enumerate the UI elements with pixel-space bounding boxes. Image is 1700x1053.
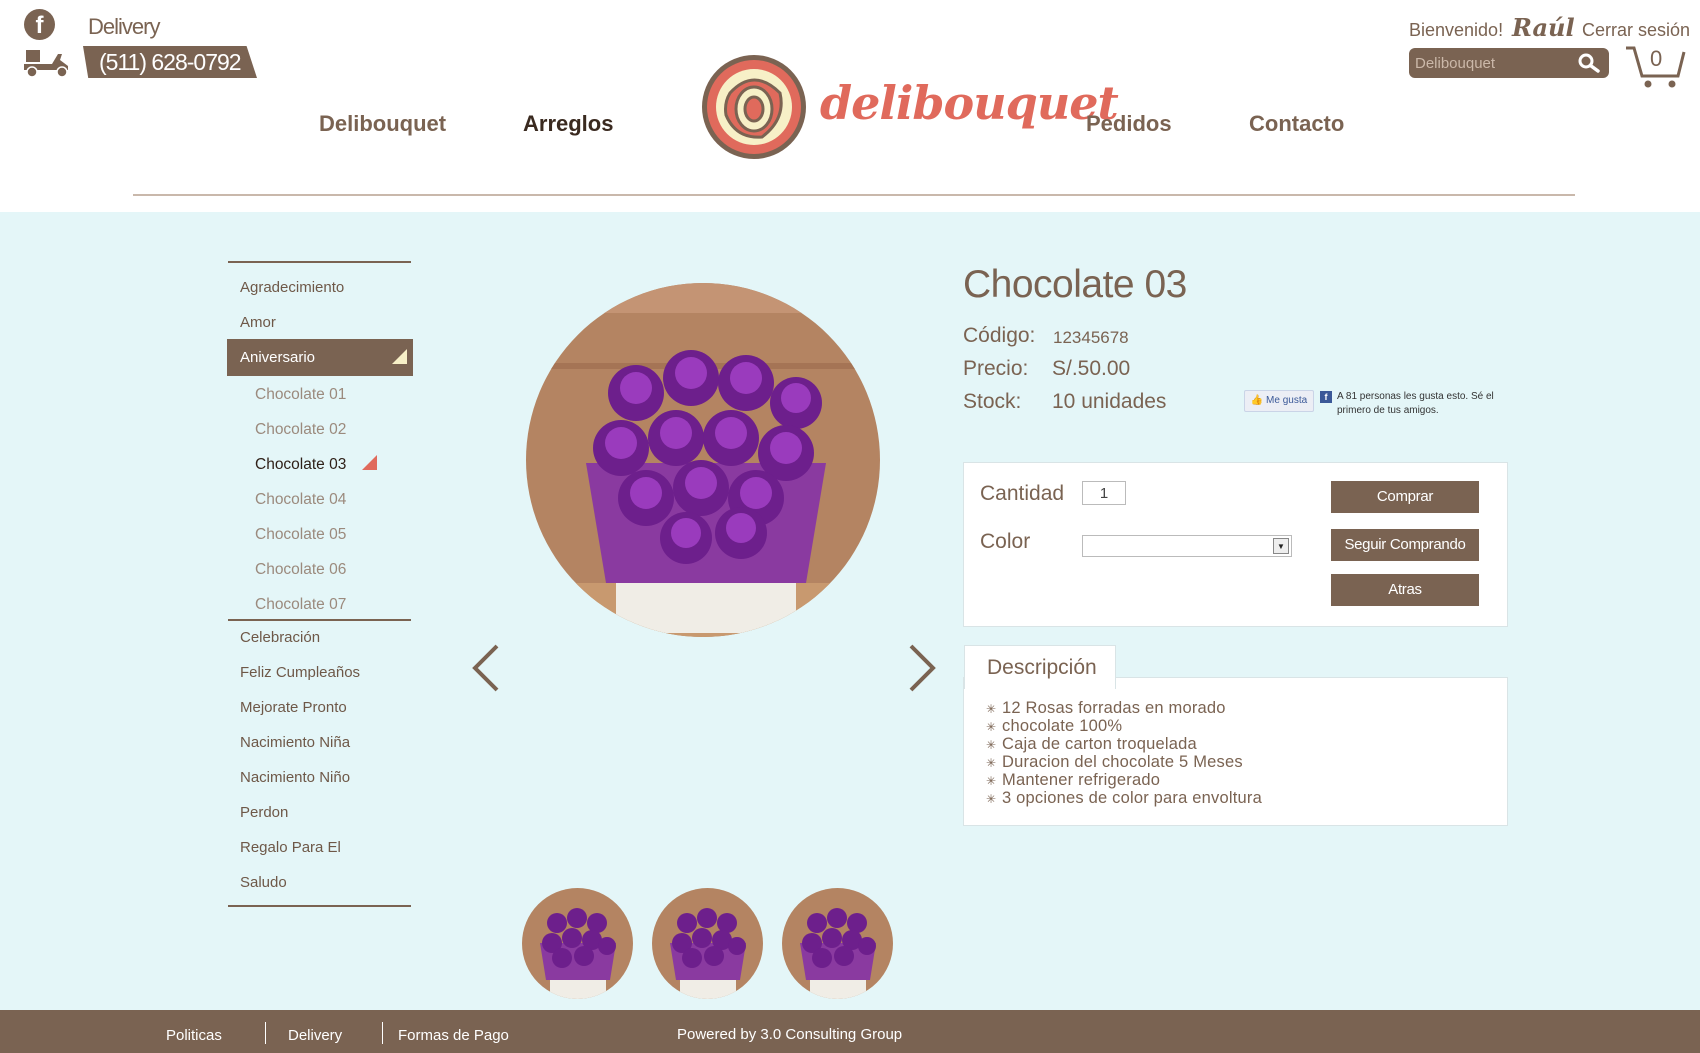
description-panel: ✳ 12 Rosas forradas en morado ✳ chocolate … (963, 677, 1508, 826)
logo-rose-icon[interactable] (700, 53, 808, 161)
nav-pedidos[interactable]: Pedidos (1086, 111, 1172, 137)
sidebar-item-nacimiento-nina[interactable]: Nacimiento Niña (240, 734, 350, 751)
product-price: S/.50.00 (1052, 357, 1131, 380)
bullet-star-icon: ✳ (986, 756, 997, 770)
product-title: Chocolate 03 (963, 263, 1187, 306)
subitem-chocolate-04[interactable]: Chocolate 04 (255, 491, 346, 509)
list-item: ✳ chocolate 100% (986, 717, 1123, 735)
delivery-scooter-icon (24, 50, 68, 78)
like-count-text: A 81 personas les gusta esto. Sé el prim… (1337, 391, 1494, 416)
footer-link-delivery[interactable]: Delivery (288, 1027, 342, 1044)
price-label: Precio: (963, 357, 1029, 380)
stock-label: Stock: (963, 390, 1022, 413)
bullet-star-icon: ✳ (986, 720, 997, 734)
facebook-icon: f (1320, 391, 1332, 403)
sidebar-item-nacimiento-nino[interactable]: Nacimiento Niño (240, 769, 350, 786)
sidebar-item-mejorate-pronto[interactable]: Mejorate Pronto (240, 699, 347, 716)
product-stock: 10 unidades (1052, 390, 1167, 413)
list-item: ✳ 3 opciones de color para envoltura (986, 789, 1262, 807)
delivery-label: Delivery (88, 14, 160, 39)
subitem-chocolate-06[interactable]: Chocolate 06 (255, 561, 346, 579)
facebook-icon[interactable]: f (24, 9, 55, 40)
facebook-like-button[interactable]: 👍 Me gusta (1244, 390, 1314, 412)
current-indicator-icon (362, 455, 377, 470)
product-code: 12345678 (1053, 328, 1129, 347)
footer-divider (265, 1022, 266, 1044)
expanded-indicator-icon (392, 349, 407, 364)
logout-link[interactable]: Cerrar sesión (1582, 20, 1690, 41)
search-icon[interactable] (1577, 51, 1601, 75)
chevron-left-icon[interactable] (471, 642, 501, 694)
buy-button[interactable]: Comprar (1331, 481, 1479, 513)
sidebar-item-regalo-para-el[interactable]: Regalo Para El (240, 839, 341, 856)
list-item: ✳ Duracion del chocolate 5 Meses (986, 753, 1243, 771)
subitem-chocolate-07[interactable]: Chocolate 07 (255, 596, 346, 614)
sidebar-divider (228, 261, 411, 263)
description-list: ✳ 12 Rosas forradas en morado ✳ chocolate … (986, 700, 1262, 808)
nav-contacto[interactable]: Contacto (1249, 111, 1344, 137)
code-label: Código: (963, 324, 1036, 347)
footer-divider (382, 1022, 383, 1044)
sidebar-item-saludo[interactable]: Saludo (240, 874, 287, 891)
phone-tag: (511) 628-0792 (83, 46, 257, 78)
main-content: Agradecimiento Amor Aniversario Chocolat… (0, 212, 1700, 1010)
subitem-chocolate-05[interactable]: Chocolate 05 (255, 526, 346, 544)
powered-by-text: Powered by 3.0 Consulting Group (677, 1026, 903, 1043)
site-header: f Delivery (511) 628-0792 Delibouquet Ar… (0, 0, 1700, 212)
bullet-star-icon: ✳ (986, 702, 997, 716)
sidebar-item-feliz-cumpleanos[interactable]: Feliz Cumpleaños (240, 664, 360, 681)
list-item: ✳ Caja de carton troquelada (986, 735, 1197, 753)
phone-number[interactable]: (511) 628-0792 (99, 49, 242, 76)
chevron-right-icon[interactable] (907, 642, 937, 694)
tab-description[interactable]: Descripción (964, 645, 1116, 689)
description-tab-label: Descripción (987, 656, 1097, 679)
chevron-down-icon[interactable]: ▼ (1273, 538, 1289, 554)
like-button-label: Me gusta (1266, 395, 1308, 406)
quantity-input[interactable] (1082, 481, 1126, 505)
sidebar-divider (228, 619, 411, 621)
product-main-image (526, 283, 880, 637)
thumbs-up-icon: 👍 (1250, 395, 1264, 406)
sidebar-item-label: Aniversario (240, 349, 316, 366)
nav-delibouquet[interactable]: Delibouquet (319, 111, 446, 137)
cart-count: 0 (1650, 46, 1663, 71)
welcome-text: Bienvenido! (1409, 20, 1504, 40)
footer-link-formas-de-pago[interactable]: Formas de Pago (398, 1027, 509, 1044)
back-button[interactable]: Atras (1331, 574, 1479, 606)
subitem-chocolate-03[interactable]: Chocolate 03 (255, 456, 346, 474)
sidebar-divider (228, 905, 411, 907)
nav-arreglos[interactable]: Arreglos (523, 111, 613, 137)
site-footer: Politicas Delivery Formas de Pago Powere… (0, 1010, 1700, 1053)
list-item: ✳ Mantener refrigerado (986, 771, 1161, 789)
purchase-panel: Cantidad Color ▼ Comprar Seguir Comprand… (963, 462, 1508, 627)
footer-link-politicas[interactable]: Politicas (166, 1027, 222, 1044)
subitem-chocolate-02[interactable]: Chocolate 02 (255, 421, 346, 439)
logo-text[interactable]: delibouquet (820, 76, 1119, 130)
subitem-chocolate-01[interactable]: Chocolate 01 (255, 386, 346, 404)
bullet-star-icon: ✳ (986, 738, 997, 752)
bullet-star-icon: ✳ (986, 774, 997, 788)
header-divider (133, 194, 1575, 196)
product-thumbnail[interactable] (652, 888, 763, 999)
sidebar-item-amor[interactable]: Amor (240, 314, 276, 331)
sidebar-item-perdon[interactable]: Perdon (240, 804, 288, 821)
list-item: ✳ 12 Rosas forradas en morado (986, 699, 1226, 717)
sidebar-item-agradecimiento[interactable]: Agradecimiento (240, 279, 344, 296)
user-name: Raúl (1512, 13, 1575, 42)
color-select[interactable]: ▼ (1082, 535, 1292, 557)
continue-shopping-button[interactable]: Seguir Comprando (1331, 529, 1479, 561)
product-thumbnail[interactable] (782, 888, 893, 999)
product-thumbnail[interactable] (522, 888, 633, 999)
quantity-label: Cantidad (980, 482, 1065, 505)
sidebar-item-celebracion[interactable]: Celebración (240, 629, 320, 646)
bullet-star-icon: ✳ (986, 792, 997, 806)
color-label: Color (980, 530, 1031, 553)
